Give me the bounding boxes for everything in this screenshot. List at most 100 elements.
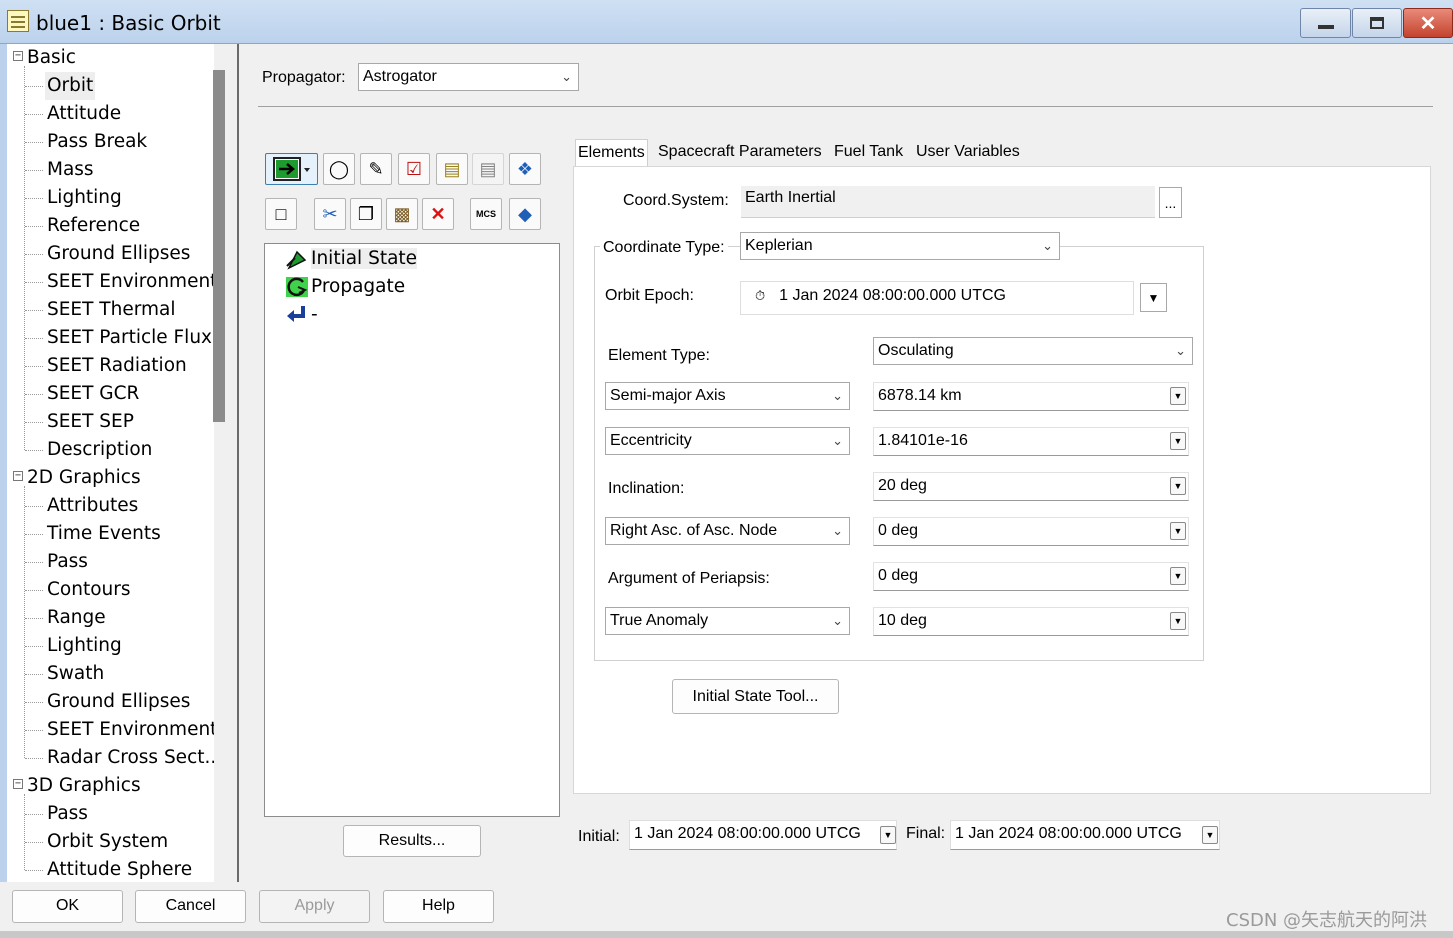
unit-menu-icon: ▼ <box>1205 830 1215 840</box>
autosequence-button[interactable]: ◆ <box>509 198 541 230</box>
tree-item[interactable]: SEET GCR <box>47 380 139 408</box>
element-value-field[interactable]: 1.84101e-16 <box>873 427 1189 456</box>
maximize-button[interactable] <box>1352 8 1402 38</box>
tree-item[interactable]: Attitude Sphere <box>47 856 192 882</box>
coord-system-field[interactable]: Earth Inertial <box>741 186 1155 218</box>
collapse-icon[interactable]: − <box>13 779 23 789</box>
new-button[interactable]: □ <box>265 198 297 230</box>
unit-menu-button[interactable]: ▼ <box>1170 612 1186 630</box>
cut-button[interactable]: ✂ <box>314 198 346 230</box>
tab-spacecraft-parameters[interactable]: Spacecraft Parameters <box>656 139 824 167</box>
tree-item[interactable]: Contours <box>47 576 131 604</box>
tree-group[interactable]: −2D Graphics <box>13 464 141 492</box>
final-time-unit-button[interactable]: ▼ <box>1202 826 1218 844</box>
unit-menu-button[interactable]: ▼ <box>1170 387 1186 405</box>
coord-system-browse-button[interactable]: ... <box>1159 187 1182 218</box>
initial-state-tool-button[interactable]: Initial State Tool... <box>672 679 839 714</box>
tree-item[interactable]: Mass <box>47 156 94 184</box>
element-value-field[interactable]: 0 deg <box>873 562 1189 591</box>
unit-menu-button[interactable]: ▼ <box>1170 567 1186 585</box>
tree-item[interactable]: SEET Particle Flux <box>47 324 212 352</box>
unit-menu-icon: ▼ <box>1173 391 1183 401</box>
tree-connector <box>25 170 43 171</box>
tree-item[interactable]: Range <box>47 604 106 632</box>
tab-elements[interactable]: Elements <box>575 139 648 167</box>
tree-item[interactable]: SEET Environment <box>47 268 214 296</box>
unit-menu-button[interactable]: ▼ <box>1170 522 1186 540</box>
tree-item[interactable]: Description <box>47 436 152 464</box>
run-mcs-button[interactable] <box>265 153 318 185</box>
ok-button[interactable]: OK <box>12 890 123 923</box>
tree-item[interactable]: Radar Cross Sect... <box>47 744 214 772</box>
report-button[interactable]: ▤ <box>472 153 504 185</box>
component-browser-button[interactable]: ❖ <box>509 153 541 185</box>
tree-item[interactable]: Attitude <box>47 100 121 128</box>
tree-group[interactable]: − Basic <box>13 44 76 72</box>
tree-item[interactable]: Pass <box>47 548 88 576</box>
chevron-down-icon: ⌄ <box>1042 238 1053 253</box>
tree-item[interactable]: SEET Thermal <box>47 296 176 324</box>
tree-item[interactable]: Pass Break <box>47 128 147 156</box>
element-param-select[interactable]: True Anomaly ⌄ <box>605 607 850 635</box>
element-value: 0 deg <box>878 567 919 584</box>
element-value-field[interactable]: 0 deg <box>873 517 1189 546</box>
tree-item[interactable]: Swath <box>47 660 104 688</box>
minimize-button[interactable] <box>1300 8 1351 38</box>
mcs-item-propagate[interactable]: Propagate <box>285 274 405 300</box>
close-button[interactable]: ✕ <box>1403 8 1453 38</box>
tree-item[interactable]: Lighting <box>47 184 122 212</box>
element-value-field[interactable]: 6878.14 km <box>873 382 1189 411</box>
tab-user-variables[interactable]: User Variables <box>914 139 1022 167</box>
tree-item[interactable]: Orbit <box>45 72 96 100</box>
coord-type-select[interactable]: Keplerian ⌄ <box>740 232 1060 260</box>
tab-fuel-tank[interactable]: Fuel Tank <box>832 139 905 167</box>
new-page-icon: □ <box>275 203 287 224</box>
tree-item[interactable]: Orbit System <box>47 828 168 856</box>
initial-time-unit-button[interactable]: ▼ <box>880 826 896 844</box>
element-type-select[interactable]: Osculating ⌄ <box>873 337 1193 365</box>
tree-item[interactable]: SEET Environment <box>47 716 214 744</box>
element-param-select[interactable]: Semi-major Axis ⌄ <box>605 382 850 410</box>
element-value-field[interactable]: 10 deg <box>873 607 1189 636</box>
element-param-select[interactable]: Eccentricity ⌄ <box>605 427 850 455</box>
clear-all-button[interactable]: ✎ <box>360 153 392 185</box>
tree-item[interactable]: Time Events <box>47 520 161 548</box>
orbit-epoch-field[interactable]: ⏱ 1 Jan 2024 08:00:00.000 UTCG <box>740 281 1134 315</box>
collapse-icon[interactable]: − <box>13 471 23 481</box>
tree-item[interactable]: Reference <box>47 212 140 240</box>
cancel-button[interactable]: Cancel <box>135 890 246 923</box>
help-button[interactable]: Help <box>383 890 494 923</box>
unit-menu-button[interactable]: ▼ <box>1170 432 1186 450</box>
results-button[interactable]: Results... <box>343 825 481 857</box>
element-param-select[interactable]: Right Asc. of Asc. Node ⌄ <box>605 517 850 545</box>
apply-button[interactable]: Apply <box>259 890 370 923</box>
summary-button[interactable]: ▤ <box>436 153 468 185</box>
mcs-item-return[interactable]: - <box>285 302 318 328</box>
tree-item[interactable]: Ground Ellipses <box>47 240 190 268</box>
tree-item[interactable]: SEET Radiation <box>47 352 187 380</box>
triangle-down-icon: ▼ <box>1147 291 1160 305</box>
collapse-icon[interactable]: − <box>13 51 23 61</box>
tree-group[interactable]: −3D Graphics <box>13 772 141 800</box>
splitter[interactable] <box>237 44 239 882</box>
unit-menu-button[interactable]: ▼ <box>1170 477 1186 495</box>
tree-item[interactable]: SEET SEP <box>47 408 134 436</box>
initial-time-field[interactable]: 1 Jan 2024 08:00:00.000 UTCG <box>629 820 897 850</box>
orbit-epoch-dropdown-button[interactable]: ▼ <box>1140 283 1167 312</box>
mcs-item-initial-state[interactable]: Initial State <box>285 246 418 272</box>
delete-button[interactable]: ✕ <box>422 198 454 230</box>
final-time-field[interactable]: 1 Jan 2024 08:00:00.000 UTCG <box>950 820 1220 850</box>
tree-item[interactable]: Pass <box>47 800 88 828</box>
copy-button[interactable]: ❐ <box>350 198 382 230</box>
final-time-label: Final: <box>906 825 946 842</box>
element-value-field[interactable]: 20 deg <box>873 472 1189 501</box>
tree-item[interactable]: Attributes <box>47 492 138 520</box>
tree-scrollbar[interactable] <box>213 70 225 422</box>
clear-graphics-button[interactable]: ◯ <box>323 153 355 185</box>
tree-item[interactable]: Ground Ellipses <box>47 688 190 716</box>
paste-button[interactable]: ▩ <box>386 198 418 230</box>
mcs-options-button[interactable]: MCS <box>470 198 502 230</box>
tree-item[interactable]: Lighting <box>47 632 122 660</box>
propagator-select[interactable]: Astrogator ⌄ <box>358 63 579 91</box>
targeter-button[interactable]: ☑ <box>398 153 430 185</box>
